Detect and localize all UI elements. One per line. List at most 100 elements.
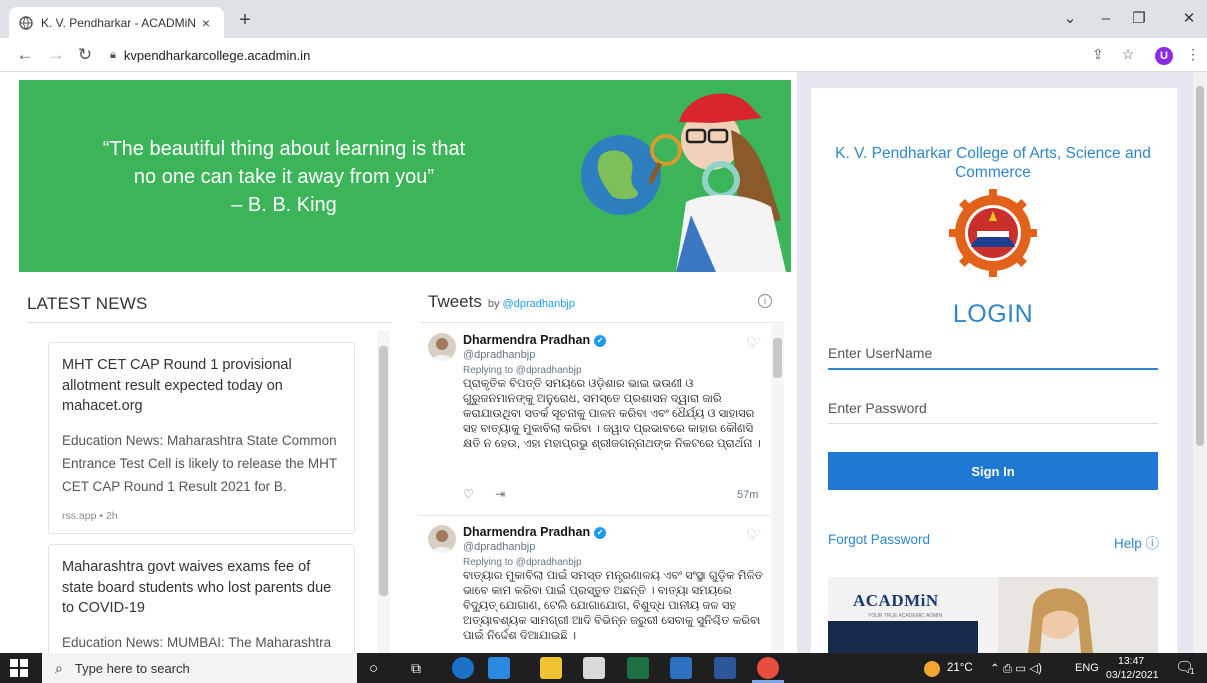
- address-bar: ← → ↻ 🔒︎ kvpendharkarcollege.acadmin.in …: [0, 38, 1207, 72]
- new-tab-button[interactable]: +: [233, 9, 257, 33]
- chrome-icon[interactable]: [757, 657, 779, 679]
- close-window-button[interactable]: ✕: [1177, 8, 1201, 30]
- clock-date[interactable]: 03/12/2021: [1106, 669, 1159, 681]
- hero-banner: “The beautiful thing about learning is t…: [19, 80, 791, 272]
- college-name: K. V. Pendharkar College of Arts, Scienc…: [835, 145, 1151, 181]
- forgot-password-link[interactable]: Forgot Password: [828, 532, 930, 547]
- quote-line-1: “The beautiful thing about learning is t…: [102, 138, 466, 160]
- system-tray-icons[interactable]: ⌃ ⎙ ▭ ◁): [990, 661, 1042, 676]
- browser-tab[interactable]: K. V. Pendharkar - ACADMiN ×: [9, 7, 224, 38]
- mail-icon[interactable]: [488, 657, 510, 679]
- restore-button[interactable]: ❐: [1127, 8, 1151, 30]
- tweets-scrollbar[interactable]: [771, 324, 784, 653]
- media-app-icon[interactable]: [670, 657, 692, 679]
- tweet-reply-to[interactable]: Replying to @dpradhanbjp: [463, 365, 582, 376]
- username-input[interactable]: [828, 338, 1158, 370]
- profile-avatar[interactable]: U: [1155, 47, 1173, 65]
- twitter-bird-icon[interactable]: 🐦︎: [746, 527, 761, 541]
- tweet-item: Dharmendra Pradhan ✓ @dpradhanbjp 🐦︎ Repl…: [420, 517, 770, 653]
- browser-tab-bar: K. V. Pendharkar - ACADMiN × + ⌄ – ❐ ✕: [0, 0, 1207, 38]
- minimize-button[interactable]: –: [1094, 8, 1118, 30]
- back-arrow-icon[interactable]: ←: [14, 44, 36, 66]
- tweet-separator: [420, 515, 770, 516]
- page-scrollbar[interactable]: [1193, 72, 1207, 653]
- verified-icon: ✓: [594, 526, 607, 539]
- tweets-by-handle-link[interactable]: @dpradhanbjp: [503, 298, 575, 310]
- ad-dark-strip: [828, 621, 978, 653]
- news-item[interactable]: MHT CET CAP Round 1 provisional allotmen…: [48, 342, 355, 534]
- excel-icon[interactable]: [627, 657, 649, 679]
- search-icon: ⌕: [55, 659, 63, 676]
- tweet-avatar[interactable]: [428, 525, 456, 553]
- news-summary: Education News: MUMBAI: The Maharashtra: [62, 634, 332, 650]
- latest-news-heading: LATEST NEWS: [27, 294, 148, 313]
- tab-close-icon[interactable]: ×: [198, 15, 214, 31]
- ad-student-photo: [998, 577, 1158, 653]
- document-app-icon[interactable]: [583, 657, 605, 679]
- ad-brand: ACADMiN: [853, 591, 939, 610]
- tweet-time[interactable]: 57m: [737, 489, 758, 501]
- heart-icon[interactable]: ♡: [463, 487, 474, 501]
- news-item[interactable]: Maharashtra govt waives exams fee of sta…: [48, 544, 355, 653]
- password-input[interactable]: [828, 392, 1158, 424]
- windows-start-icon[interactable]: [10, 659, 28, 677]
- task-view-icon[interactable]: ⧉: [411, 660, 421, 677]
- cortana-icon[interactable]: ○: [369, 660, 378, 677]
- ad-tagline: YOUR TRUE ACADEMIC ADMIN: [868, 613, 943, 619]
- tab-search-icon[interactable]: ⌄: [1058, 8, 1082, 30]
- news-scrollbar[interactable]: [377, 331, 390, 653]
- share-icon[interactable]: ⇪: [1088, 46, 1108, 63]
- weather-temp[interactable]: 21°C: [947, 662, 973, 674]
- news-divider: [27, 322, 392, 323]
- taskbar-search-placeholder: Type here to search: [74, 660, 190, 676]
- acadmin-ad-banner[interactable]: ACADMiN YOUR TRUE ACADEMIC ADMIN: [828, 577, 1158, 653]
- girl-with-globe-illustration: [581, 93, 786, 272]
- forward-arrow-icon[interactable]: →: [45, 44, 67, 66]
- tweet-text: ପ୍ରାକୃତିକ ବିପତ୍ତି ସମୟରେ ଓଡ଼ିଶାର ଭାଇ ଭଉଣୀ…: [463, 378, 761, 450]
- verified-icon: ✓: [594, 334, 607, 347]
- tweet-handle[interactable]: @dpradhanbjp: [463, 349, 535, 361]
- menu-kebab-icon[interactable]: ⋮: [1183, 46, 1203, 63]
- url-omnibox[interactable]: 🔒︎ kvpendharkarcollege.acadmin.in: [110, 43, 1080, 67]
- tweets-header: Tweets by @dpradhanbjp: [428, 292, 575, 312]
- bookmark-star-icon[interactable]: ☆: [1118, 46, 1138, 63]
- twitter-bird-icon[interactable]: 🐦︎: [746, 335, 761, 349]
- globe-icon: [19, 15, 33, 30]
- tweet-author-name[interactable]: Dharmendra Pradhan ✓: [463, 525, 607, 539]
- weather-icon[interactable]: [924, 661, 940, 677]
- tab-title: K. V. Pendharkar - ACADMiN: [41, 15, 196, 30]
- tweet-item: Dharmendra Pradhan ✓ @dpradhanbjp 🐦︎ Repl…: [420, 325, 770, 515]
- sign-in-button[interactable]: Sign In: [828, 452, 1158, 490]
- tweets-divider: [420, 322, 785, 323]
- tweets-by-prefix: by: [487, 298, 500, 310]
- edge-icon[interactable]: [452, 657, 474, 679]
- tweet-text: ବାତ୍ୟାର ମୁକାବିଲା ପାଇଁ ସମସ୍ତ ମନ୍ତ୍ରଣାଳୟ ଏ…: [463, 570, 764, 642]
- word-icon[interactable]: [714, 657, 736, 679]
- banner-quote: “The beautiful thing about learning is t…: [49, 135, 519, 219]
- lock-icon: 🔒︎: [110, 48, 116, 61]
- clock-time[interactable]: 13:47: [1118, 655, 1144, 667]
- info-icon[interactable]: i: [758, 294, 772, 308]
- taskbar-search[interactable]: ⌕ Type here to search: [42, 653, 357, 683]
- tweet-author-name[interactable]: Dharmendra Pradhan ✓: [463, 333, 607, 347]
- tweet-reply-to[interactable]: Replying to @dpradhanbjp: [463, 557, 582, 568]
- page-viewport: “The beautiful thing about learning is t…: [0, 72, 1207, 653]
- tweet-actions: ♡ ⇥: [463, 487, 505, 501]
- login-heading: LOGIN: [952, 300, 1034, 328]
- share-icon[interactable]: ⇥: [495, 487, 505, 501]
- reload-icon[interactable]: ↻: [74, 44, 96, 66]
- quote-line-2: no one can take it away from you”: [133, 166, 435, 188]
- tweets-title: Tweets: [428, 292, 482, 311]
- news-headline[interactable]: MHT CET CAP Round 1 provisional allotmen…: [62, 355, 341, 417]
- quote-author: – B. B. King: [231, 194, 337, 216]
- news-headline[interactable]: Maharashtra govt waives exams fee of sta…: [62, 557, 341, 619]
- tweet-handle[interactable]: @dpradhanbjp: [463, 541, 535, 553]
- tweet-author-text: Dharmendra Pradhan: [463, 333, 591, 347]
- help-link[interactable]: Help ⓘ: [1114, 532, 1159, 552]
- language-indicator[interactable]: ENG: [1075, 662, 1099, 674]
- news-source-time: rss.app • 2h: [62, 509, 118, 522]
- tweet-avatar[interactable]: [428, 333, 456, 361]
- file-explorer-icon[interactable]: [540, 657, 562, 679]
- tweet-author-text: Dharmendra Pradhan: [463, 525, 591, 539]
- notification-count: 1: [1190, 667, 1195, 676]
